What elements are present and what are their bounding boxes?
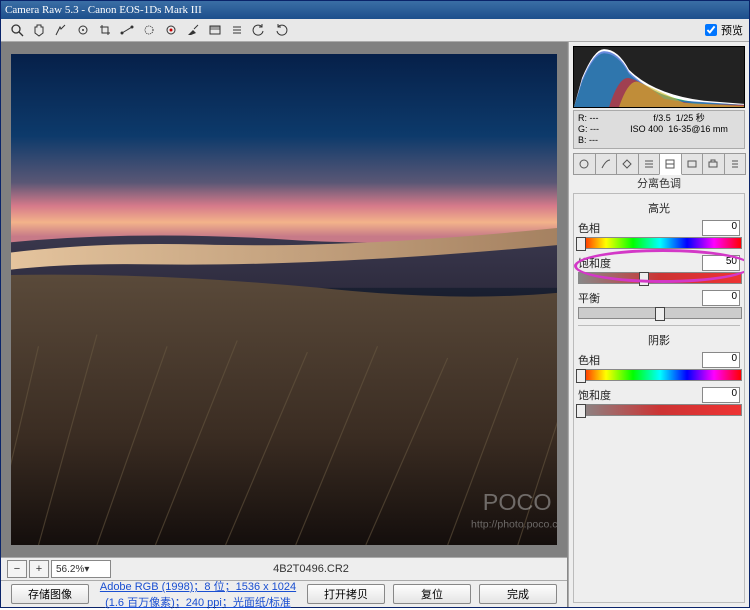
svg-text:http://photo.poco.cn: http://photo.poco.cn <box>471 518 557 530</box>
balance-row: 平衡 0 <box>578 290 740 319</box>
window-title: Camera Raw 5.3 - Canon EOS-1Ds Mark III <box>5 4 202 16</box>
filename-label: 4B2T0496.CR2 <box>111 563 511 575</box>
redeye-tool-icon[interactable] <box>161 20 181 40</box>
meta-lens: 16-35@16 mm <box>668 124 728 134</box>
highlights-hue-row: 色相 0 <box>578 220 740 249</box>
highlights-hue-value[interactable]: 0 <box>702 220 740 236</box>
spot-removal-tool-icon[interactable] <box>139 20 159 40</box>
window-titlebar: Camera Raw 5.3 - Canon EOS-1Ds Mark III <box>1 1 749 19</box>
tab-split-toning[interactable] <box>659 153 682 175</box>
tab-basic[interactable] <box>573 153 596 175</box>
image-preview-area[interactable]: POCO http://photo.poco.cn <box>1 42 567 557</box>
zoom-tool-icon[interactable] <box>7 20 27 40</box>
meta-shutter: 1/25 秒 <box>676 113 705 123</box>
highlights-sat-value[interactable]: 50 <box>702 255 740 271</box>
white-balance-tool-icon[interactable] <box>51 20 71 40</box>
hand-tool-icon[interactable] <box>29 20 49 40</box>
highlights-sat-row: 饱和度 50 <box>578 255 740 284</box>
rotate-cw-icon[interactable] <box>271 20 291 40</box>
tab-camera-cal[interactable] <box>702 153 725 175</box>
shadows-hue-label: 色相 <box>578 352 600 368</box>
split-toning-panel: 高光 色相 0 饱和度 50 <box>573 193 745 603</box>
zoom-out-button[interactable]: − <box>7 560 27 578</box>
highlights-hue-label: 色相 <box>578 220 600 236</box>
graduated-filter-tool-icon[interactable] <box>205 20 225 40</box>
reset-button[interactable]: 复位 <box>393 584 471 604</box>
shadows-sat-label: 饱和度 <box>578 387 611 403</box>
tab-lens[interactable] <box>681 153 704 175</box>
tab-presets[interactable] <box>724 153 747 175</box>
tab-detail[interactable] <box>616 153 639 175</box>
shadows-sat-row: 饱和度 0 <box>578 387 740 416</box>
photo: POCO http://photo.poco.cn <box>11 54 557 545</box>
tab-curve[interactable] <box>595 153 618 175</box>
zoom-in-button[interactable]: + <box>29 560 49 578</box>
save-image-button[interactable]: 存储图像 <box>11 584 89 604</box>
shadows-hue-value[interactable]: 0 <box>702 352 740 368</box>
histogram <box>573 46 745 108</box>
balance-label: 平衡 <box>578 290 600 306</box>
meta-b: B: --- <box>578 135 618 146</box>
tab-hsl[interactable] <box>638 153 661 175</box>
crop-tool-icon[interactable] <box>95 20 115 40</box>
highlights-title: 高光 <box>578 200 740 216</box>
highlights-sat-label: 饱和度 <box>578 255 611 271</box>
adjustment-brush-tool-icon[interactable] <box>183 20 203 40</box>
workflow-options-link[interactable]: Adobe RGB (1998)；8 位；1536 x 1024 (1.6 百万… <box>100 581 296 609</box>
shadows-hue-slider[interactable] <box>578 369 742 381</box>
straighten-tool-icon[interactable] <box>117 20 137 40</box>
zoom-value[interactable]: 56.2% ▾ <box>51 560 111 578</box>
toolbar: 预览 <box>1 19 749 42</box>
metadata-panel: R: --- G: --- B: --- f/3.5 1/25 秒 ISO 40… <box>573 110 745 149</box>
preview-checkbox[interactable]: 预览 <box>705 22 743 38</box>
panel-tabstrip <box>573 153 745 173</box>
done-button[interactable]: 完成 <box>479 584 557 604</box>
shadows-sat-slider[interactable] <box>578 404 742 416</box>
svg-text:POCO: POCO <box>483 489 552 515</box>
open-preferences-icon[interactable] <box>227 20 247 40</box>
meta-aperture: f/3.5 <box>653 113 671 123</box>
balance-value[interactable]: 0 <box>702 290 740 306</box>
shadows-hue-row: 色相 0 <box>578 352 740 381</box>
preview-label: 预览 <box>721 22 743 38</box>
highlights-hue-slider[interactable] <box>578 237 742 249</box>
shadows-sat-value[interactable]: 0 <box>702 387 740 403</box>
color-sampler-tool-icon[interactable] <box>73 20 93 40</box>
open-copy-button[interactable]: 打开拷贝 <box>307 584 385 604</box>
highlights-sat-slider[interactable] <box>578 272 742 284</box>
balance-slider[interactable] <box>578 307 742 319</box>
shadows-title: 阴影 <box>578 332 740 348</box>
meta-r: R: --- <box>578 113 618 124</box>
rotate-ccw-icon[interactable] <box>249 20 269 40</box>
meta-iso: ISO 400 <box>630 124 663 134</box>
panel-title: 分离色调 <box>569 175 749 191</box>
meta-g: G: --- <box>578 124 618 135</box>
